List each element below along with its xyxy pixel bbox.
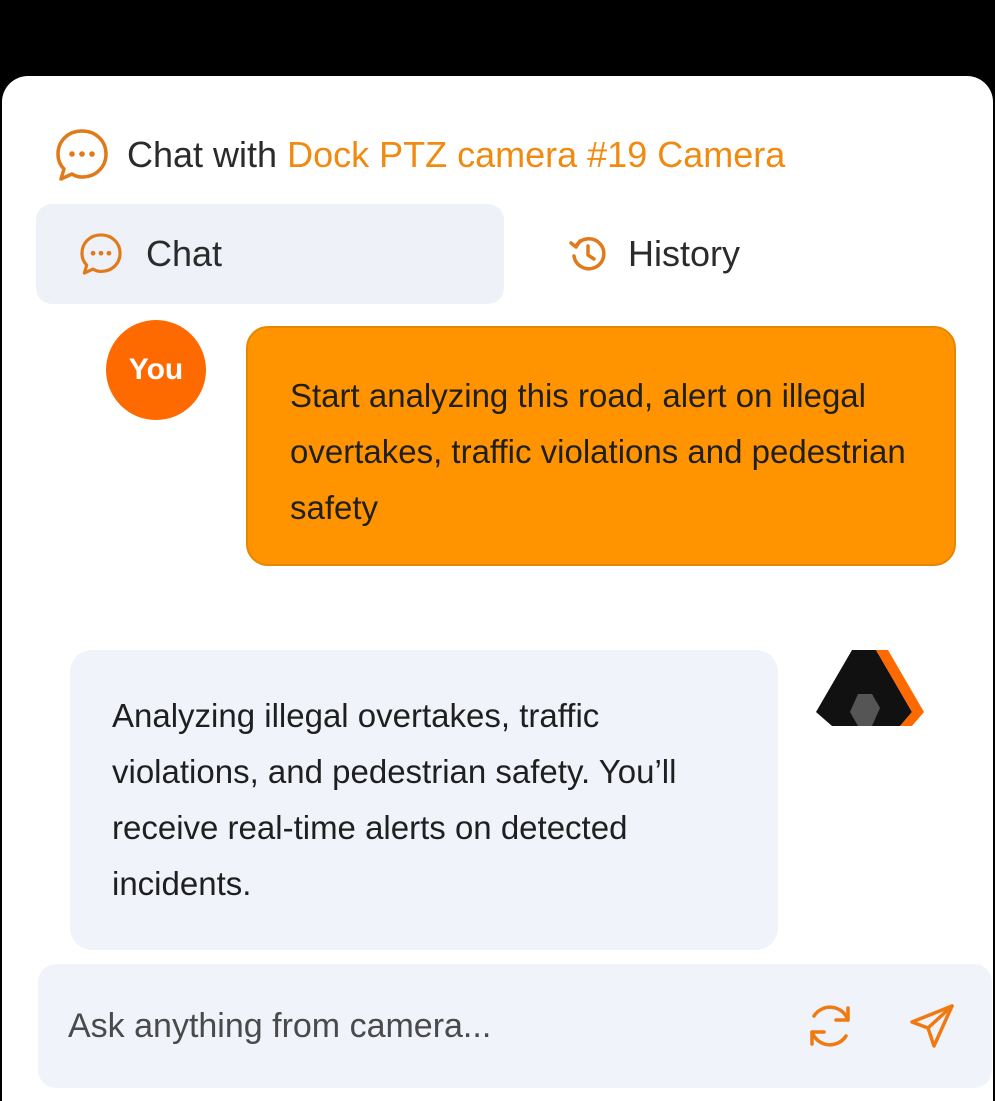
bot-message: Analyzing illegal overtakes, traffic vio… (70, 650, 778, 950)
user-avatar: You (106, 320, 206, 420)
user-message: Start analyzing this road, alert on ille… (246, 326, 956, 566)
header-prefix: Chat with (127, 134, 278, 175)
tab-history[interactable]: History (568, 204, 868, 304)
chat-bubble-icon (56, 129, 108, 181)
tab-chat-label: Chat (146, 233, 223, 274)
refresh-icon[interactable] (804, 1000, 856, 1052)
chat-header: Chat with Dock PTZ camera #19 Camera (53, 126, 785, 184)
tab-history-label: History (628, 233, 741, 274)
message-input-bar (38, 964, 992, 1088)
tab-bar: Chat History (36, 204, 966, 304)
history-icon (569, 237, 606, 271)
chat-bubble-icon (80, 233, 122, 275)
tab-chat[interactable]: Chat (36, 204, 504, 304)
camera-name: Dock PTZ camera #19 Camera (287, 134, 786, 175)
send-icon[interactable] (906, 1000, 958, 1052)
message-input[interactable] (68, 964, 768, 1088)
brand-logo-icon (816, 650, 924, 726)
chat-panel: Chat with Dock PTZ camera #19 Camera Cha… (2, 76, 993, 1101)
